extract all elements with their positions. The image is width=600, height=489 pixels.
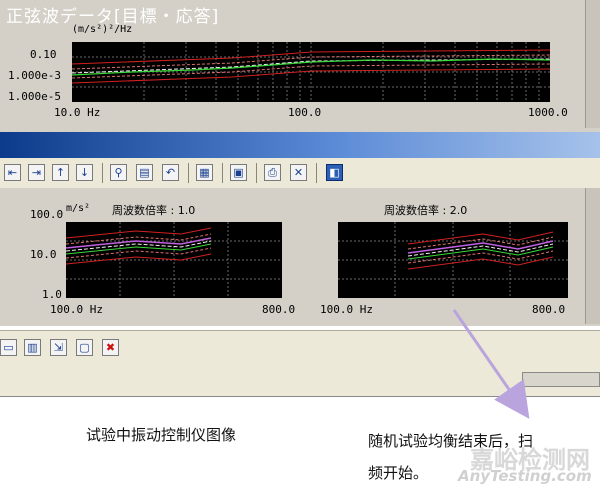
sine-chart-1-header: 周波数倍率 : 1.0 [112, 204, 196, 217]
toolbar-separator [188, 163, 189, 183]
caption-right-line2: 频开始。 [368, 464, 429, 482]
top-chart-ytick: 0.10 [30, 48, 57, 61]
sine-chart-1-xtick: 800.0 [262, 303, 296, 316]
properties-icon[interactable]: ▣ [230, 164, 247, 181]
sine-chart-2-header: 周波数倍率 : 2.0 [384, 204, 468, 217]
close-red-icon[interactable]: ✖ [102, 339, 119, 356]
import-icon[interactable]: ⇲ [50, 339, 67, 356]
top-chart-xtick: 100.0 [288, 106, 322, 119]
toolbar-separator [102, 163, 103, 183]
sine-window-toolbar: ⇤ ⇥ ↑ ↓ ⚲ ▤ ↶ ▦ ▣ ⎙ ✕ ◧ [0, 158, 600, 189]
toolbar-separator [316, 163, 317, 183]
sine-chart-1-xtick: 100.0 Hz [50, 303, 103, 316]
top-chart-xtick: 1000.0 [528, 106, 568, 119]
sort-down-icon[interactable]: ↓ [76, 164, 93, 181]
sine-window-title: 正弦波データ[目標・応答] [6, 7, 220, 27]
sine-chart-1-ytick: 100.0 [30, 208, 64, 221]
save-icon[interactable]: ▦ [196, 164, 213, 181]
watermark-url: AnyTesting.com [458, 467, 592, 485]
sine-vertical-scrollbar[interactable] [585, 188, 600, 324]
graph-settings-icon[interactable]: ▤ [136, 164, 153, 181]
sine-chart-1-unit: m/s² [66, 203, 91, 214]
monitor-icon[interactable]: ▢ [76, 339, 93, 356]
toolbar-separator [256, 163, 257, 183]
sine-chart-2-plot [338, 222, 568, 298]
delete-icon[interactable]: ✕ [290, 164, 307, 181]
toolbar-separator [222, 163, 223, 183]
sine-chart-1-ytick: 10.0 [30, 248, 57, 261]
top-chart-ytick: 1.000e-3 [8, 69, 61, 82]
zoom-icon[interactable]: ⚲ [110, 164, 127, 181]
sine-chart-1-plot [66, 222, 282, 298]
undo-icon[interactable]: ↶ [162, 164, 179, 181]
export-icon[interactable]: ⇤ [4, 164, 21, 181]
sine-chart-2-xtick: 100.0 Hz [320, 303, 373, 316]
top-chart-xtick: 10.0 Hz [54, 106, 101, 119]
top-vertical-scrollbar[interactable] [585, 0, 600, 128]
export-alt-icon[interactable]: ⇥ [28, 164, 45, 181]
columns-icon[interactable]: ▥ [24, 339, 41, 356]
caption-left: 试验中振动控制仪图像 [86, 426, 237, 444]
top-chart-ytick: 1.000e-5 [8, 90, 61, 103]
sort-up-icon[interactable]: ↑ [52, 164, 69, 181]
layout-icon[interactable]: ▭ [0, 339, 17, 356]
display-mode-icon[interactable]: ◧ [326, 164, 343, 181]
annotation-arrow [452, 309, 530, 419]
sine-chart-1-ytick: 1.0 [42, 288, 62, 301]
print-icon[interactable]: ⎙ [264, 164, 281, 181]
sine-window-title-bar[interactable] [0, 132, 600, 158]
top-chart-plot [72, 42, 550, 102]
